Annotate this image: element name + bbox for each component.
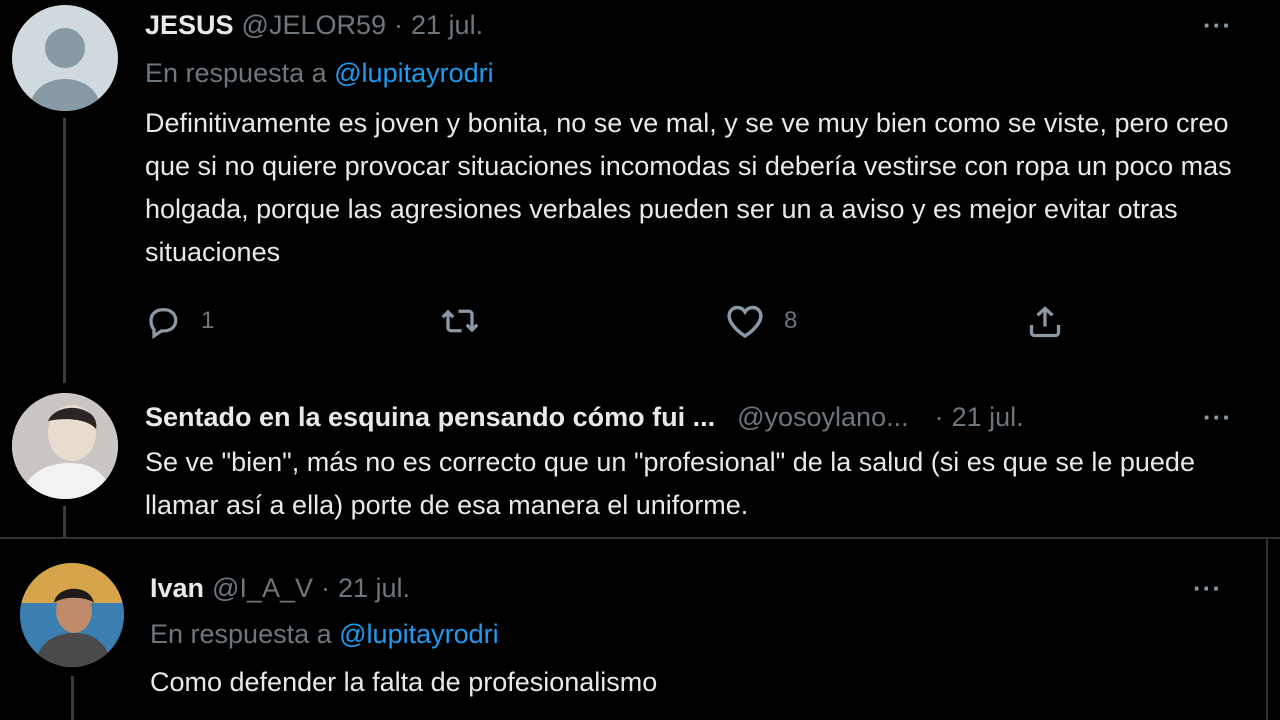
- reply-prefix: En respuesta a: [150, 619, 332, 649]
- reply-button[interactable]: 1: [145, 303, 214, 339]
- tweet-2[interactable]: Sentado en la esquina pensando cómo fui …: [0, 390, 1280, 538]
- reply-context: En respuesta a @lupitayrodri: [150, 619, 499, 650]
- tweet-header: Ivan @I_A_V · 21 jul.: [150, 573, 410, 604]
- tweet-header: JESUS @JELOR59 · 21 jul.: [145, 10, 483, 41]
- reply-icon: [149, 308, 178, 339]
- tweet-text: Como defender la falta de profesionalism…: [150, 667, 658, 697]
- thread-line: [63, 118, 66, 383]
- tweet-date[interactable]: 21 jul.: [952, 402, 1024, 433]
- reply-mention-link[interactable]: @lupitayrodri: [339, 619, 498, 649]
- panel-border: [1266, 537, 1268, 720]
- tweet-divider: [0, 537, 1280, 539]
- retweet-icon: [441, 309, 479, 333]
- tweet-header: Sentado en la esquina pensando cómo fui …: [145, 402, 1024, 433]
- share-button[interactable]: [1027, 303, 1063, 341]
- default-profile-icon: [31, 28, 99, 111]
- avatar[interactable]: [20, 563, 124, 667]
- avatar[interactable]: [12, 393, 118, 499]
- heart-icon: [727, 305, 763, 339]
- avatar-default[interactable]: [12, 5, 118, 111]
- author-name[interactable]: JESUS: [145, 10, 234, 41]
- tweet-text: Definitivamente es joven y bonita, no se…: [145, 108, 1232, 267]
- more-options-icon[interactable]: ···: [1193, 573, 1222, 604]
- author-name[interactable]: Sentado en la esquina pensando cómo fui …: [145, 402, 715, 433]
- tweet-3[interactable]: Ivan @I_A_V · 21 jul. ··· En respuesta a…: [0, 540, 1266, 720]
- tweet-date[interactable]: 21 jul.: [338, 573, 410, 604]
- tweet-date[interactable]: 21 jul.: [411, 10, 483, 41]
- separator-dot: ·: [394, 10, 404, 40]
- share-icon: [1029, 306, 1061, 338]
- reply-mention-link[interactable]: @lupitayrodri: [334, 58, 493, 88]
- separator-dot: ·: [934, 402, 944, 432]
- more-options-icon[interactable]: ···: [1203, 402, 1232, 433]
- separator-dot: ·: [321, 573, 330, 603]
- user-photo-icon: [20, 563, 124, 667]
- tweet-1[interactable]: JESUS @JELOR59 · 21 jul. ··· En respuest…: [0, 0, 1280, 390]
- author-handle[interactable]: @JELOR59: [242, 10, 386, 41]
- tweet-text: Se ve "bien", más no es correcto que un …: [145, 447, 1195, 520]
- reply-prefix: En respuesta a: [145, 58, 327, 88]
- author-handle[interactable]: @yosoylano...: [737, 402, 909, 433]
- author-name[interactable]: Ivan: [150, 573, 204, 604]
- author-handle[interactable]: @I_A_V: [212, 573, 313, 604]
- thread-line: [63, 506, 66, 538]
- more-options-icon[interactable]: ···: [1203, 10, 1232, 41]
- like-button[interactable]: 8: [726, 303, 797, 339]
- user-photo-icon: [12, 393, 118, 499]
- reply-count: 1: [201, 307, 215, 334]
- like-count: 8: [784, 307, 798, 334]
- thread-line: [71, 676, 74, 720]
- retweet-button[interactable]: [440, 303, 500, 339]
- reply-context: En respuesta a @lupitayrodri: [145, 58, 494, 89]
